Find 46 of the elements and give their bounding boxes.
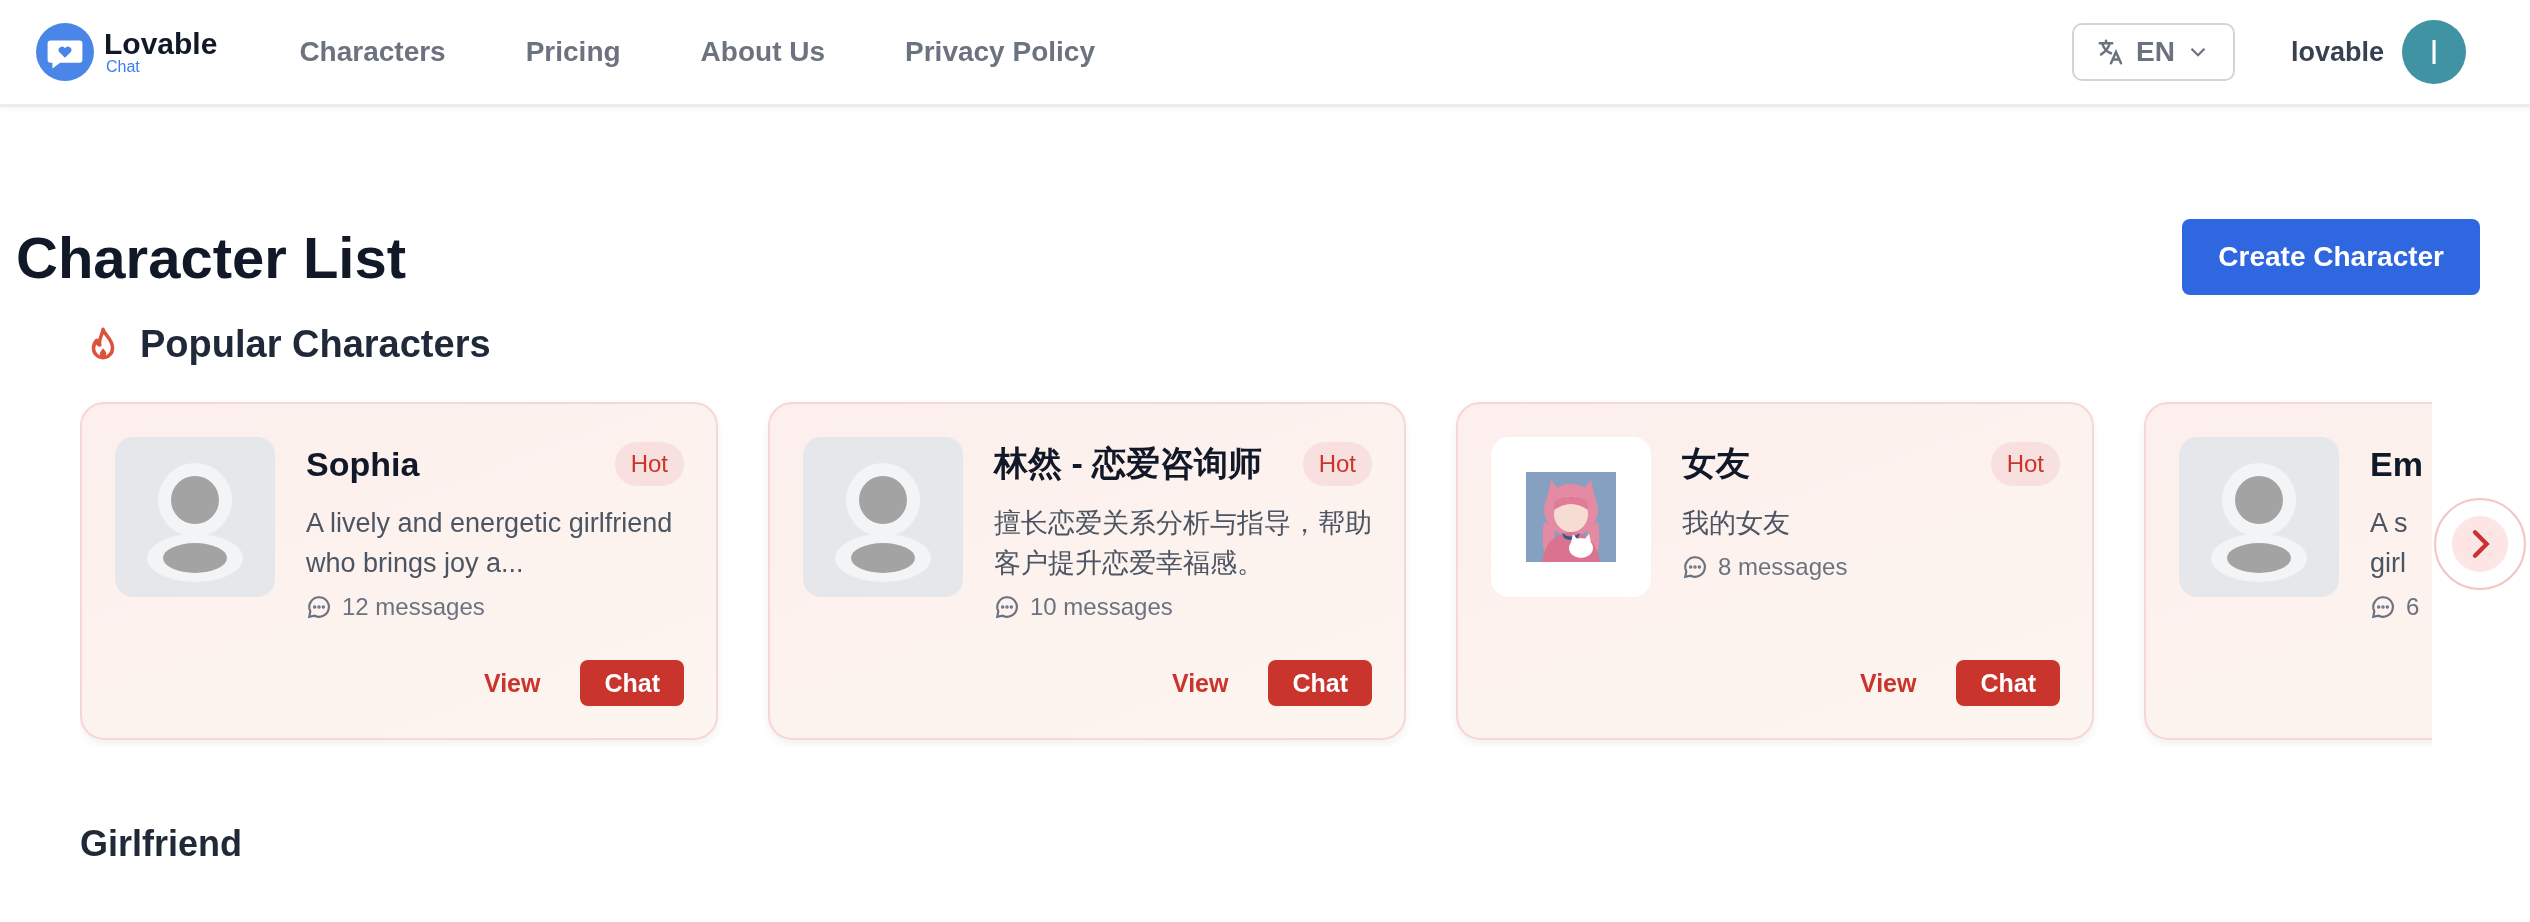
character-description: 擅长恋爱关系分析与指导，帮助客户提升恋爱幸福感。: [994, 507, 1372, 580]
create-character-button[interactable]: Create Character: [2182, 219, 2480, 295]
message-count: 6: [2406, 593, 2420, 621]
character-description: A lively and energetic girlfriend who brings joy a...: [306, 507, 674, 580]
chat-button[interactable]: Chat: [580, 660, 684, 706]
message-count: 8 messages: [1718, 553, 1848, 581]
nav-link[interactable]: Privacy Policy: [905, 36, 1095, 68]
character-card[interactable]: 女友 Hot 我的女友 8 messages View Chat: [1456, 402, 2094, 740]
message-count: 12 messages: [342, 593, 485, 621]
character-name: Sophia: [306, 444, 420, 484]
view-link[interactable]: View: [1859, 668, 1917, 698]
chat-bubble-icon: [994, 594, 1020, 620]
chat-button[interactable]: Chat: [1956, 660, 2060, 706]
character-name: 女友: [1682, 443, 1750, 484]
logo-name: Lovable: [104, 29, 218, 59]
username: lovable: [2290, 36, 2384, 68]
avatar-placeholder-icon: [2179, 437, 2339, 597]
chat-bubble-icon: [1682, 554, 1708, 580]
chat-bubble-icon: [306, 594, 332, 620]
hot-badge: Hot: [1302, 442, 1372, 486]
logo-icon: [36, 23, 94, 81]
language-selector[interactable]: EN: [2072, 23, 2235, 81]
message-count: 10 messages: [1030, 593, 1173, 621]
character-card[interactable]: Em A s girl 6: [2144, 402, 2432, 740]
avatar-placeholder-icon: [115, 437, 275, 597]
category-heading: Girlfriend: [80, 823, 244, 865]
chat-button[interactable]: Chat: [1268, 660, 1372, 706]
view-link[interactable]: View: [483, 668, 541, 698]
character-name: 林然 - 恋爱咨询师: [994, 443, 1263, 484]
character-description: 我的女友: [1682, 507, 1791, 540]
nav-link[interactable]: About Us: [700, 36, 826, 68]
character-description: A s girl: [2370, 507, 2409, 580]
character-name: Em: [2370, 444, 2423, 484]
logo-subtitle: Chat: [106, 59, 141, 75]
character-card[interactable]: Sophia Hot A lively and energetic girlfriend who brings joy a... 12 messages View Chat: [80, 402, 718, 740]
user-avatar[interactable]: l: [2402, 20, 2466, 84]
nav-link[interactable]: Pricing: [525, 36, 621, 68]
character-card[interactable]: 林然 - 恋爱咨询师 Hot 擅长恋爱关系分析与指导，帮助客户提升恋爱幸福感。 10 messages View Chat: [768, 402, 1406, 740]
avatar-placeholder-icon: [803, 437, 963, 597]
view-link[interactable]: View: [1171, 668, 1229, 698]
hot-badge: Hot: [1990, 442, 2060, 486]
hot-badge: Hot: [614, 442, 684, 486]
chat-bubble-icon: [2370, 594, 2396, 620]
page-title: Character List: [16, 223, 407, 291]
section-heading: Popular Characters: [140, 323, 491, 366]
nav-link[interactable]: Characters: [299, 36, 446, 68]
